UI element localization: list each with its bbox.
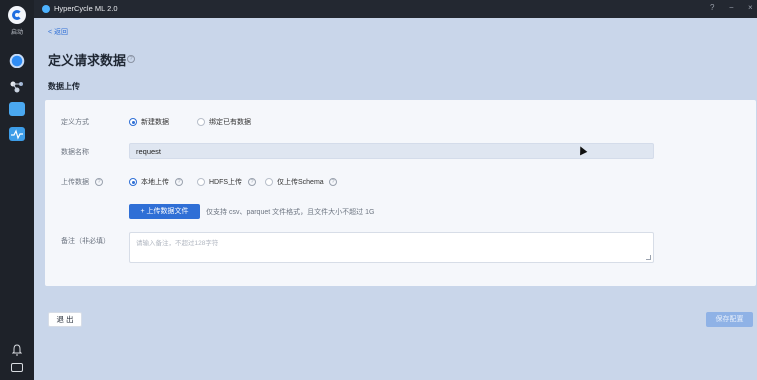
data-name-input[interactable]: request (129, 143, 654, 159)
monitor-icon[interactable] (11, 363, 23, 372)
define-method-label: 定义方式 (61, 119, 89, 126)
remark-textarea[interactable]: 请输入备注，不超过128字符 (129, 232, 654, 263)
upload-hint: 仅支持 csv、parquet 文件格式，且文件大小不超过 1G (206, 209, 375, 216)
minimize-button[interactable]: − (729, 3, 734, 12)
new-data-option[interactable]: 新建数据 (141, 117, 169, 127)
close-button[interactable]: × (748, 3, 753, 12)
upload-help-icon[interactable]: ? (95, 178, 103, 186)
upload-form-card: 定义方式 新建数据 绑定已有数据 数据名称 request 上传数据 ? 本地上… (45, 100, 756, 286)
local-upload-radio[interactable] (129, 178, 137, 186)
local-upload-option[interactable]: 本地上传 (141, 177, 169, 187)
left-rail: 启动 (0, 0, 34, 380)
remark-placeholder: 请输入备注，不超过128字符 (136, 240, 219, 247)
save-config-button[interactable]: 保存配置 (706, 312, 753, 327)
resize-handle-icon[interactable] (646, 255, 651, 260)
back-link[interactable]: < 返回 (48, 27, 68, 37)
ml-app-icon[interactable] (9, 54, 25, 68)
section-title: 数据上传 (48, 82, 80, 91)
upload-file-button[interactable]: + 上传数据文件 (129, 204, 200, 219)
new-data-radio[interactable] (129, 118, 137, 126)
schema-only-help-icon[interactable]: ? (329, 178, 337, 186)
hdfs-upload-option[interactable]: HDFS上传 (209, 177, 242, 187)
pulse-app-icon[interactable] (9, 127, 25, 141)
exit-button[interactable]: 退 出 (48, 312, 82, 327)
help-button[interactable]: ? (710, 3, 714, 12)
schema-only-option[interactable]: 仅上传Schema (277, 177, 324, 187)
data-name-label: 数据名称 (61, 149, 89, 156)
local-upload-help-icon[interactable]: ? (175, 178, 183, 186)
bind-existing-radio[interactable] (197, 118, 205, 126)
hdfs-upload-radio[interactable] (197, 178, 205, 186)
schema-only-radio[interactable] (265, 178, 273, 186)
rail-start-label[interactable]: 启动 (0, 27, 34, 36)
app-logo-icon[interactable] (8, 6, 26, 24)
title-help-icon[interactable]: ? (127, 55, 135, 63)
remark-label: 备注（非必填） (61, 238, 110, 245)
window-title: HyperCycle ML 2.0 (54, 4, 118, 13)
network-app-icon[interactable] (9, 80, 25, 94)
bind-existing-option[interactable]: 绑定已有数据 (209, 117, 251, 127)
cube-app-icon[interactable] (9, 102, 25, 116)
app-status-icon (42, 5, 50, 13)
hdfs-upload-help-icon[interactable]: ? (248, 178, 256, 186)
title-bar: HyperCycle ML 2.0 ? − × (34, 0, 757, 18)
upload-data-label: 上传数据 (61, 179, 89, 186)
bell-icon[interactable] (11, 344, 23, 356)
page-title: 定义请求数据 (48, 53, 127, 68)
